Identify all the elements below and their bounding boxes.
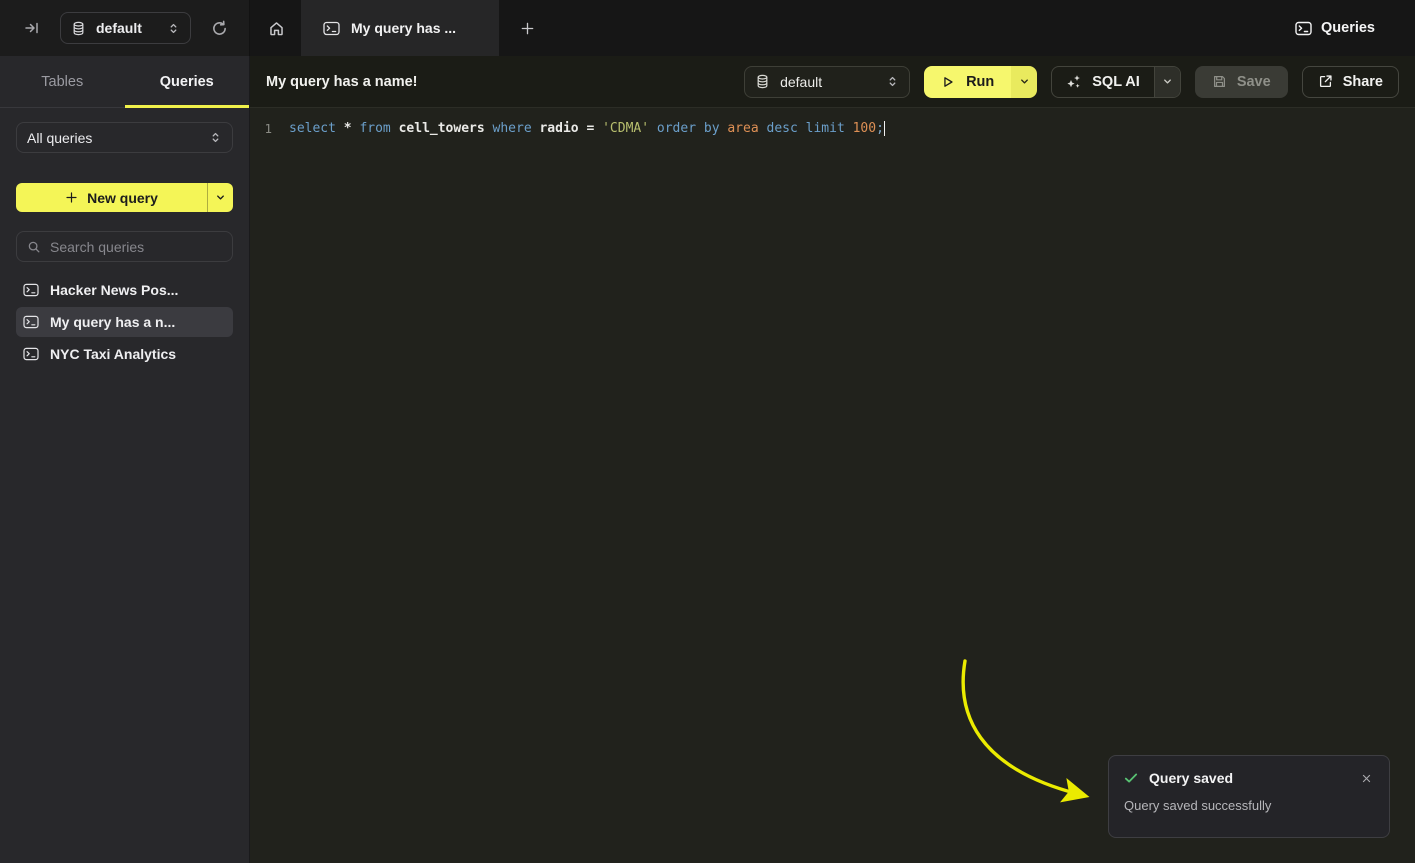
- queries-panel-label: Queries: [1321, 20, 1375, 36]
- topbar: default: [0, 0, 1415, 56]
- sql-ai-button[interactable]: SQL AI: [1051, 66, 1181, 98]
- run-options-dropdown[interactable]: [1011, 66, 1037, 98]
- query-filter-value: All queries: [27, 130, 92, 146]
- new-query-main[interactable]: New query: [16, 183, 207, 212]
- chevron-down-icon: [1162, 76, 1173, 87]
- tab-my-query[interactable]: My query has ...: [301, 0, 499, 56]
- terminal-icon: [23, 347, 39, 361]
- new-query-label: New query: [87, 190, 158, 206]
- database-icon: [755, 74, 770, 89]
- save-label: Save: [1237, 74, 1271, 90]
- chevron-updown-icon: [209, 131, 222, 144]
- search-queries-input[interactable]: [50, 239, 231, 255]
- search-icon: [27, 240, 41, 254]
- new-tab-plus-icon[interactable]: [513, 14, 541, 42]
- query-list-item[interactable]: NYC Taxi Analytics: [16, 339, 233, 369]
- query-list: Hacker News Pos... My query has a n...: [16, 275, 233, 369]
- run-button[interactable]: Run: [924, 66, 1037, 98]
- sql-ai-label: SQL AI: [1092, 74, 1140, 90]
- toast-message: Query saved successfully: [1124, 798, 1375, 813]
- terminal-icon: [23, 315, 39, 329]
- refresh-icon[interactable]: [205, 14, 233, 42]
- query-item-label: My query has a n...: [50, 314, 175, 330]
- query-list-item-selected[interactable]: My query has a n...: [16, 307, 233, 337]
- search-queries-box: [16, 231, 233, 262]
- tab-title: My query has ...: [351, 20, 456, 36]
- toolbar-actions: default: [744, 66, 1399, 98]
- body: Tables Queries All queries: [0, 56, 1415, 863]
- toast-query-saved: Query saved Query saved successfully: [1108, 755, 1390, 838]
- topbar-sidebar-section: default: [0, 0, 250, 56]
- sidebar-content: All queries New query: [0, 108, 249, 369]
- share-label: Share: [1343, 74, 1383, 90]
- database-selector-value: default: [780, 74, 822, 90]
- tab-queries[interactable]: Queries: [125, 56, 250, 107]
- chevron-updown-icon: [167, 22, 180, 35]
- terminal-icon: [323, 21, 340, 36]
- database-selector-topbar[interactable]: default: [60, 12, 191, 44]
- save-button[interactable]: Save: [1195, 66, 1288, 98]
- topbar-main-section: My query has ... Queries: [250, 0, 1415, 56]
- close-icon[interactable]: [1357, 769, 1375, 787]
- query-toolbar: My query has a name! default: [250, 56, 1415, 108]
- line-number: 1: [250, 121, 289, 136]
- collapse-sidebar-icon[interactable]: [18, 14, 46, 42]
- chevron-updown-icon: [886, 75, 899, 88]
- new-query-button[interactable]: New query: [16, 183, 233, 212]
- queries-icon: [1295, 21, 1312, 36]
- query-item-label: Hacker News Pos...: [50, 282, 178, 298]
- tab-tables[interactable]: Tables: [0, 56, 125, 107]
- database-selector-toolbar[interactable]: default: [744, 66, 910, 98]
- database-selector-value: default: [96, 20, 142, 36]
- sidebar-tabs: Tables Queries: [0, 56, 249, 108]
- chevron-down-icon: [1019, 76, 1030, 87]
- query-title[interactable]: My query has a name!: [266, 74, 418, 90]
- run-button-main[interactable]: Run: [924, 66, 1011, 98]
- sparkles-icon: [1066, 74, 1082, 90]
- main-panel: My query has a name! default: [250, 56, 1415, 863]
- sql-ai-main[interactable]: SQL AI: [1052, 67, 1154, 97]
- plus-icon: [65, 191, 78, 204]
- query-item-label: NYC Taxi Analytics: [50, 346, 176, 362]
- run-label: Run: [966, 74, 994, 90]
- toast-header: Query saved: [1123, 769, 1375, 787]
- check-icon: [1123, 770, 1139, 786]
- new-query-dropdown[interactable]: [207, 183, 233, 212]
- query-filter-selector[interactable]: All queries: [16, 122, 233, 153]
- share-icon: [1318, 74, 1333, 89]
- sql-editor[interactable]: 1 select * from cell_towers where radio …: [250, 108, 1415, 863]
- database-icon: [71, 21, 86, 36]
- sql-code[interactable]: select * from cell_towers where radio = …: [289, 121, 884, 136]
- queries-panel-button[interactable]: Queries: [1295, 20, 1375, 36]
- sql-ai-dropdown[interactable]: [1154, 67, 1180, 97]
- sql-console-screen: default: [0, 0, 1415, 863]
- code-line[interactable]: 1 select * from cell_towers where radio …: [250, 118, 1415, 138]
- query-list-item[interactable]: Hacker News Pos...: [16, 275, 233, 305]
- chevron-down-icon: [215, 192, 226, 203]
- play-icon: [941, 75, 955, 89]
- terminal-icon: [23, 283, 39, 297]
- text-cursor: [884, 121, 886, 136]
- home-icon[interactable]: [260, 12, 292, 44]
- toast-title: Query saved: [1149, 770, 1233, 786]
- sidebar: Tables Queries All queries: [0, 56, 250, 863]
- save-icon: [1212, 74, 1227, 89]
- share-button[interactable]: Share: [1302, 66, 1399, 98]
